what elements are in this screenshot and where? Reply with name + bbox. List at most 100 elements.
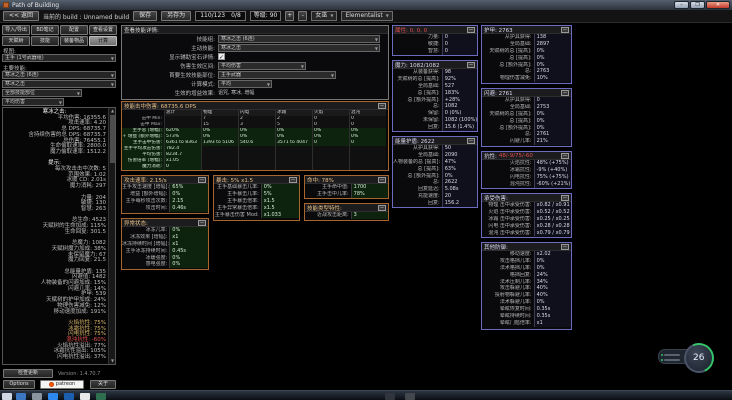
field-label: 首要生效技能部位: <box>122 71 218 79</box>
stat-row: 近战攻击距离: 3 <box>305 212 388 219</box>
crit-panel: 暴击: 5% x1.5 — 主手基础暴击几率: 0% 主手暴击几率: 5% 主手… <box>213 175 300 221</box>
stat-row: 感电强度: 0% <box>122 261 208 268</box>
collapse-icon[interactable]: — <box>198 177 206 183</box>
view-select[interactable]: 主手 (1号武器组) ▼ <box>2 54 116 62</box>
collapse-icon[interactable]: — <box>467 138 475 144</box>
patreon-button[interactable]: patreon <box>40 380 84 389</box>
level-display[interactable]: 等级: 90 <box>250 11 282 21</box>
scroll-up-icon[interactable]: ▲ <box>109 108 116 114</box>
collapse-icon[interactable]: — <box>467 62 475 68</box>
points-used: 110/123 <box>200 12 225 20</box>
damage-window-select[interactable]: 平均伤害▼ <box>218 62 306 70</box>
sidebar-tab[interactable]: 天赋树 <box>2 36 30 46</box>
collapse-icon[interactable]: — <box>561 90 569 96</box>
collapse-icon[interactable]: — <box>378 205 386 211</box>
collapse-icon[interactable]: — <box>561 195 569 201</box>
save-as-button[interactable]: 另存为 <box>161 11 191 21</box>
chevron-down-icon: ▼ <box>77 91 80 97</box>
sidebar-tab[interactable]: 技能 <box>31 36 59 46</box>
taskbar-icon[interactable] <box>32 393 42 400</box>
back-button[interactable]: << 返回 <box>3 11 39 21</box>
active-skill-select[interactable]: 寒冰之击▼ <box>218 44 380 52</box>
stat-row: 晕眩门槛倍率: x1 <box>482 320 571 327</box>
collapse-icon[interactable]: — <box>467 27 475 33</box>
active-skill-select[interactable]: 寒冰之击 ▼ <box>2 80 116 88</box>
sidebar-tab[interactable]: 查看设置 <box>89 25 117 35</box>
taskbar-icon[interactable] <box>405 393 415 400</box>
ascendancy-select[interactable]: Elementalist ▼ <box>341 11 392 21</box>
stat-row: 主手每秒攻击次数: 2.15 <box>122 198 208 205</box>
show-support-gems-checkbox[interactable]: ✓ <box>218 53 225 60</box>
app-window: Path of Building – ❐ ✕ << 返回 当前的 build :… <box>0 0 732 400</box>
field-label: 主动技能: <box>122 44 218 52</box>
taskbar-icon[interactable] <box>2 393 12 400</box>
taskbar-icon[interactable] <box>96 393 106 400</box>
sidebar-tab[interactable]: 装备物品 <box>60 36 88 46</box>
class-select[interactable]: 女巫 ▼ <box>311 11 337 21</box>
hit-table-body: 击中 Min: 7 2 2 0 0 击中 Max: 15 3 5 0 0 <box>122 116 388 146</box>
chevron-down-icon: ▼ <box>267 82 270 88</box>
skill-type-panel: 技能类型特性: — 近战攻击距离: 3 <box>304 203 389 221</box>
scrollbar-thumb[interactable] <box>110 115 115 163</box>
check-update-button[interactable]: 检查更新 <box>3 369 53 378</box>
chevron-down-icon: ▼ <box>375 37 378 43</box>
stat-row: 火焰 击中承受伤害: x0.52 / x0.52 <box>482 209 571 216</box>
socket-group-select[interactable]: 寒冰之击 (6连)▼ <box>218 35 380 43</box>
download-dot-icon <box>661 359 663 361</box>
table-row: 魔力消耗: 0 <box>122 164 388 170</box>
maximize-icon[interactable]: ❐ <box>690 1 705 9</box>
skill-part-select[interactable]: 主手武器▼ <box>218 71 336 79</box>
taskbar-icon[interactable] <box>64 393 74 400</box>
panel-title: 查看技能详情: <box>124 26 159 34</box>
stats-scrollbar[interactable]: ▲ ▼ <box>108 108 115 364</box>
collapse-icon[interactable]: — <box>378 177 386 183</box>
stat-row: 总 [额外提高]: +28% <box>393 97 477 104</box>
panel-title: 抗性: <box>484 152 497 160</box>
taskbar-icon[interactable] <box>16 393 26 400</box>
sidebar-tab[interactable]: 导入/导出 <box>2 25 30 35</box>
collapse-icon[interactable]: — <box>198 220 206 226</box>
level-plus-button[interactable]: + <box>285 11 294 21</box>
save-button[interactable]: 保存 <box>133 11 157 21</box>
chevron-down-icon: ▼ <box>301 64 304 70</box>
taskbar-icon[interactable] <box>80 393 90 400</box>
collapse-icon[interactable]: — <box>378 103 386 109</box>
collapse-icon[interactable]: — <box>561 244 569 250</box>
chevron-down-icon: ▼ <box>331 73 334 79</box>
skill-group-select[interactable]: 寒冰之击 (6连) ▼ <box>2 71 116 79</box>
calc-mode-select[interactable]: 平均▼ <box>218 80 272 88</box>
minimize-icon[interactable]: – <box>674 1 689 9</box>
collapse-icon[interactable]: — <box>561 27 569 33</box>
stat-row: 混沌 击中承受伤害: x0.79 / x0.79 <box>482 230 571 237</box>
taskbar-icon[interactable] <box>385 393 395 400</box>
current-build-label: 当前的 build : Unnamed build <box>43 12 129 21</box>
attack-rate-panel: 攻击速率: 2.15/s — 主手攻击速度 [增幅]: 65% 增益 [额外增幅… <box>121 175 209 214</box>
attributes-panel: 属性: 0, 0, 0 — 力量: 0 敏捷: 0 智慧: 0 <box>392 25 478 56</box>
stat-row: 天赋树的总 [提高]: 0% <box>482 111 571 118</box>
close-icon[interactable]: ✕ <box>706 1 730 9</box>
field-label: 显示辅助宝石详情: <box>122 53 218 61</box>
sidebar-tab[interactable]: BD笔记 <box>31 25 59 35</box>
scroll-down-icon[interactable]: ▼ <box>109 358 116 364</box>
stat-row: 法术格挡几率: 0% <box>482 265 571 272</box>
taskbar-icon[interactable] <box>48 393 58 400</box>
os-taskbar[interactable] <box>0 390 732 400</box>
stat-row: 从装备获得: 98 <box>393 69 477 76</box>
panel-title: 闪避: 2761 <box>484 89 513 97</box>
calc-mode-select[interactable]: 平均伤害 ▼ <box>2 98 64 106</box>
stat-row: 总 [提高]: 63% <box>393 166 477 173</box>
level-minus-button[interactable]: - <box>298 11 307 21</box>
stat-row: 全局基础: 2897 <box>482 41 571 48</box>
stat-row: 全局基础: 2753 <box>482 104 571 111</box>
stat-row: 混沌抗性: -60% (+21%) <box>482 181 571 188</box>
sidebar-tab[interactable]: 配置 <box>60 25 88 35</box>
security-ball-widget[interactable]: 26 <box>680 339 718 377</box>
about-button[interactable]: 关于 <box>90 380 116 389</box>
collapse-icon[interactable]: — <box>289 177 297 183</box>
sidebar-tab[interactable]: 计算 <box>89 36 117 46</box>
collapse-icon[interactable]: — <box>561 153 569 159</box>
skill-part-select[interactable]: 全部技能部位 ▼ <box>2 89 82 97</box>
stat-row: 火焰抗性: 48% (+75%) <box>482 160 571 167</box>
options-button[interactable]: Options <box>3 380 35 389</box>
stat-row: 总 [额外提高]: 0% <box>482 125 571 132</box>
